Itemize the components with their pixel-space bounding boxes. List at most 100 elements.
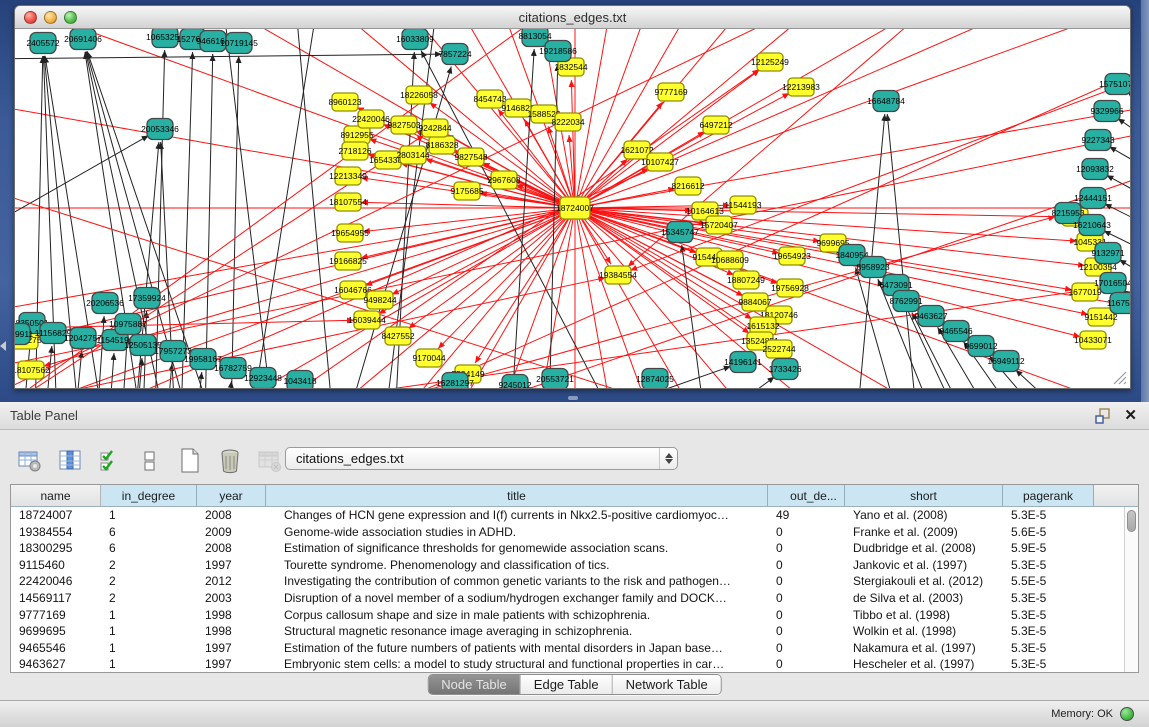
network-node-selected[interactable]: 19756928 xyxy=(771,279,809,297)
table-row[interactable]: 1938455462009Genome-wide association stu… xyxy=(11,524,1138,541)
network-node-selected[interactable]: 8216612 xyxy=(671,177,704,195)
network-node-selected[interactable]: 22420046 xyxy=(352,110,390,128)
table-row[interactable]: 2242004622012Investigating the contribut… xyxy=(11,573,1138,590)
network-node[interactable]: 9465546 xyxy=(939,321,972,342)
network-node[interactable]: 9329966 xyxy=(1090,101,1123,122)
edge[interactable] xyxy=(1118,118,1130,151)
network-node-selected[interactable]: 19384554 xyxy=(599,266,637,284)
network-node-selected[interactable]: 10688609 xyxy=(711,251,749,269)
table-row[interactable]: 969969511998Structural magnetic resonanc… xyxy=(11,623,1138,640)
selected-edge-ray[interactable] xyxy=(575,208,1130,388)
selected-edge[interactable] xyxy=(409,208,575,328)
network-node-selected[interactable]: 8960123 xyxy=(328,93,361,111)
network-node-selected[interactable]: 19654923 xyxy=(773,247,811,265)
network-graph[interactable]: 1872400789601231822605889129559827503165… xyxy=(15,29,1130,388)
table-row[interactable]: 1830029562008Estimation of significance … xyxy=(11,540,1138,557)
edge[interactable] xyxy=(227,381,232,388)
table-settings-icon[interactable] xyxy=(16,448,43,475)
table-row[interactable]: 977716911998Corpus callosum shape and si… xyxy=(11,607,1138,624)
edge[interactable] xyxy=(15,54,442,59)
network-node-selected[interactable]: 10433071 xyxy=(1074,331,1112,349)
network-node-selected[interactable]: 18107562 xyxy=(15,361,50,379)
network-node-selected[interactable]: 12213983 xyxy=(782,78,820,96)
network-node-selected[interactable]: 9498244 xyxy=(363,291,396,309)
scrollbar-thumb[interactable] xyxy=(1127,510,1136,532)
network-node[interactable]: 9463627 xyxy=(914,306,947,327)
column-header-out_degree[interactable]: out_de... xyxy=(768,485,845,506)
edge[interactable] xyxy=(155,50,165,388)
network-node[interactable]: 17359924 xyxy=(128,288,166,309)
collapse-panel-arrow-icon[interactable] xyxy=(0,341,6,351)
selected-edge-ray[interactable] xyxy=(575,29,1130,208)
selected-edge-ray[interactable] xyxy=(575,29,1130,208)
tab-network-table[interactable]: Network Table xyxy=(613,675,721,694)
network-window-titlebar[interactable]: citations_edges.txt xyxy=(15,6,1130,29)
selected-edge[interactable] xyxy=(575,208,1080,337)
network-node-selected[interactable]: 12125249 xyxy=(751,53,789,71)
network-node-selected[interactable]: 12213349 xyxy=(329,167,367,185)
network-node-selected[interactable]: 9827503 xyxy=(387,116,420,134)
column-header-title[interactable]: title xyxy=(266,485,768,506)
network-node[interactable]: 12874025 xyxy=(636,369,674,389)
network-node-selected[interactable]: 6497212 xyxy=(699,116,732,134)
selected-edge-ray[interactable] xyxy=(575,29,1130,208)
table-scrollbar[interactable] xyxy=(1124,507,1138,672)
network-node-selected[interactable]: 8222034 xyxy=(551,113,584,131)
network-node[interactable]: 7857224 xyxy=(438,44,471,65)
table-row[interactable]: 1872400712008Changes of HCN gene express… xyxy=(11,507,1138,524)
network-node-selected[interactable]: 2522744 xyxy=(762,340,795,358)
tab-node-table[interactable]: Node Table xyxy=(428,675,521,694)
selected-edge-ray[interactable] xyxy=(575,208,1130,388)
network-node[interactable]: 1167533 xyxy=(1107,293,1130,314)
memory-ok-icon[interactable] xyxy=(1120,707,1134,721)
close-window-button[interactable] xyxy=(24,11,37,24)
table-row[interactable]: 946362711997Embryonic stem cells: a mode… xyxy=(11,656,1138,673)
edge[interactable] xyxy=(1109,147,1130,179)
network-node-selected[interactable]: 11544193 xyxy=(724,196,761,214)
selected-edge-ray[interactable] xyxy=(575,208,1130,388)
network-node[interactable]: 9227343 xyxy=(1081,130,1114,151)
network-node-selected[interactable]: 8912955 xyxy=(340,126,373,144)
network-node-selected[interactable]: 18807249 xyxy=(727,271,765,289)
minimize-window-button[interactable] xyxy=(44,11,57,24)
edge[interactable] xyxy=(181,52,193,388)
edge[interactable] xyxy=(887,114,917,388)
column-header-in_degree[interactable]: in_degree xyxy=(101,485,197,506)
select-attributes-icon[interactable] xyxy=(96,448,123,475)
network-node-selected[interactable]: 9242844 xyxy=(418,119,451,137)
edge[interactable] xyxy=(15,135,149,229)
panel-divider-handle[interactable] xyxy=(568,396,578,400)
network-node-selected[interactable]: 10107427 xyxy=(641,153,679,171)
column-header-short[interactable]: short xyxy=(845,485,1003,506)
selected-edge-ray[interactable] xyxy=(575,29,1130,208)
table-row[interactable]: 1456911722003Disruption of a novel membe… xyxy=(11,590,1138,607)
selected-edge-ray[interactable] xyxy=(575,29,1088,208)
table-row[interactable]: 946554611997Estimation of the future num… xyxy=(11,640,1138,657)
delete-attribute-icon[interactable] xyxy=(216,448,243,475)
network-node-selected[interactable]: 2967608 xyxy=(487,171,520,189)
network-node-selected[interactable]: 15720407 xyxy=(700,216,738,234)
table-row[interactable]: 911546021997Tourette syndrome. Phenomeno… xyxy=(11,557,1138,574)
network-node-selected[interactable]: 2718126 xyxy=(338,142,371,160)
edge[interactable] xyxy=(715,377,775,388)
network-node-selected[interactable]: 2803144 xyxy=(396,146,429,164)
network-node-selected[interactable]: 18724007 xyxy=(556,197,594,219)
network-node-selected[interactable]: 9827548 xyxy=(454,148,487,166)
edge[interactable] xyxy=(1128,92,1130,124)
network-node[interactable]: 14196141 xyxy=(724,352,762,373)
network-node[interactable]: 16033809 xyxy=(396,29,434,50)
close-panel-icon[interactable]: ✕ xyxy=(1124,406,1137,424)
selected-edge[interactable] xyxy=(378,208,575,314)
network-node-selected[interactable]: 18226058 xyxy=(400,86,438,104)
network-node[interactable]: 2405572 xyxy=(26,33,59,54)
selected-edge-ray[interactable] xyxy=(575,208,1130,388)
network-node[interactable]: 15751074 xyxy=(1099,74,1130,95)
edge[interactable] xyxy=(167,364,172,388)
network-node-selected[interactable]: 8427552 xyxy=(381,327,414,345)
network-node[interactable]: 16949112 xyxy=(987,351,1024,372)
selected-edge-ray[interactable] xyxy=(575,208,1130,388)
column-header-year[interactable]: year xyxy=(197,485,266,506)
network-node-selected[interactable]: 16039444 xyxy=(348,311,386,329)
network-node[interactable]: 20206536 xyxy=(86,293,124,314)
network-node[interactable]: 20553721 xyxy=(536,369,574,389)
